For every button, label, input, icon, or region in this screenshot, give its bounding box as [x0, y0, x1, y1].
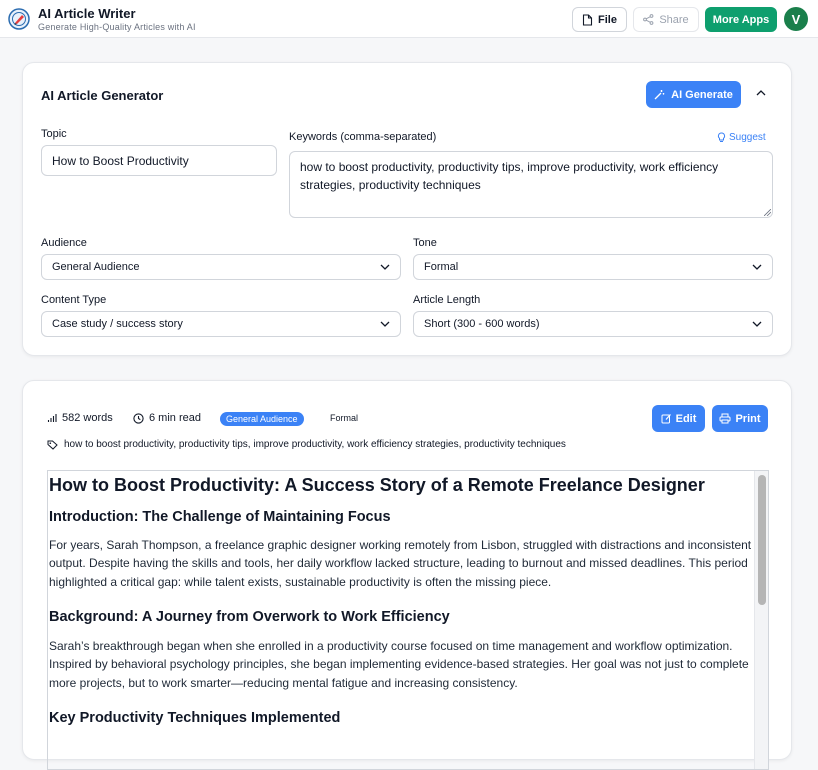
chevron-down-icon: [380, 321, 390, 327]
print-label: Print: [735, 412, 761, 425]
audience-label: Audience: [41, 237, 87, 249]
article-paragraph: Sarah’s breakthrough began when she enro…: [49, 638, 749, 690]
app-subtitle: Generate High-Quality Articles with AI: [38, 22, 196, 32]
tone-label: Tone: [413, 237, 437, 249]
suggest-button[interactable]: Suggest: [717, 132, 766, 143]
print-button[interactable]: Print: [712, 405, 768, 432]
bar-chart-icon: [47, 414, 57, 422]
topic-label: Topic: [41, 128, 67, 140]
share-button[interactable]: Share: [633, 7, 699, 32]
audience-select[interactable]: General Audience: [41, 254, 401, 280]
word-count-text: 582 words: [62, 412, 113, 424]
article-length-select[interactable]: Short (300 - 600 words): [413, 311, 773, 337]
collapse-button[interactable]: [754, 86, 768, 100]
keywords-line: how to boost productivity, productivity …: [47, 439, 566, 450]
magic-wand-icon: [654, 90, 665, 100]
audience-badge: General Audience: [220, 412, 304, 426]
article-title: How to Boost Productivity: A Success Sto…: [49, 475, 705, 495]
read-time-text: 6 min read: [149, 412, 201, 424]
content-type-value: Case study / success story: [52, 318, 183, 330]
ai-generate-label: AI Generate: [671, 88, 733, 101]
tag-icon: [47, 440, 58, 450]
share-button-label: Share: [659, 13, 689, 26]
content-type-label: Content Type: [41, 294, 107, 306]
more-apps-button[interactable]: More Apps: [705, 7, 777, 32]
suggest-label: Suggest: [729, 132, 766, 143]
article-preview[interactable]: How to Boost Productivity: A Success Sto…: [47, 470, 769, 770]
app-logo-icon: [8, 8, 30, 30]
ai-generate-button[interactable]: AI Generate: [646, 81, 741, 108]
audience-value: General Audience: [52, 261, 140, 273]
file-icon: [582, 13, 593, 26]
edit-icon: [661, 414, 671, 424]
chevron-down-icon: [380, 264, 390, 270]
result-card: 582 words 6 min read General Audience Fo…: [22, 380, 792, 770]
printer-icon: [719, 413, 731, 424]
clock-icon: [133, 412, 144, 424]
article-paragraph: For years, Sarah Thompson, a freelance g…: [49, 537, 752, 589]
share-icon: [643, 14, 654, 25]
tone-badge: Formal: [330, 413, 359, 423]
generator-title: AI Article Generator: [41, 88, 164, 103]
top-bar: AI Article Writer Generate High-Quality …: [0, 0, 818, 38]
article-length-label: Article Length: [413, 294, 481, 306]
chevron-down-icon: [752, 264, 762, 270]
app-title: AI Article Writer: [38, 6, 136, 21]
file-button-label: File: [598, 13, 617, 26]
file-button[interactable]: File: [572, 7, 627, 32]
topic-input[interactable]: How to Boost Productivity: [41, 145, 277, 176]
tone-select[interactable]: Formal: [413, 254, 773, 280]
keywords-textarea[interactable]: how to boost productivity, productivity …: [289, 151, 773, 218]
article-length-value: Short (300 - 600 words): [424, 318, 540, 330]
keywords-label: Keywords (comma-separated): [289, 131, 437, 143]
article-heading: Introduction: The Challenge of Maintaini…: [49, 508, 391, 525]
edit-button[interactable]: Edit: [652, 405, 705, 432]
read-time: 6 min read: [133, 412, 201, 424]
article-content: How to Boost Productivity: A Success Sto…: [48, 471, 754, 738]
edit-label: Edit: [675, 412, 697, 425]
article-heading: Background: A Journey from Overwork to W…: [49, 609, 450, 626]
avatar[interactable]: V: [784, 7, 808, 31]
word-count: 582 words: [47, 412, 113, 424]
resize-handle-icon[interactable]: [764, 209, 771, 216]
article-scrollbar[interactable]: [754, 471, 768, 769]
keywords-line-text: how to boost productivity, productivity …: [64, 439, 566, 450]
scrollbar-thumb[interactable]: [758, 475, 766, 605]
generator-card: AI Article Generator AI Generate Topic H…: [22, 62, 792, 356]
lightbulb-icon: [717, 132, 726, 142]
chevron-down-icon: [752, 321, 762, 327]
article-heading: Key Productivity Techniques Implemented: [49, 710, 341, 727]
content-type-select[interactable]: Case study / success story: [41, 311, 401, 337]
chevron-up-icon: [756, 90, 766, 96]
tone-value: Formal: [424, 261, 459, 273]
